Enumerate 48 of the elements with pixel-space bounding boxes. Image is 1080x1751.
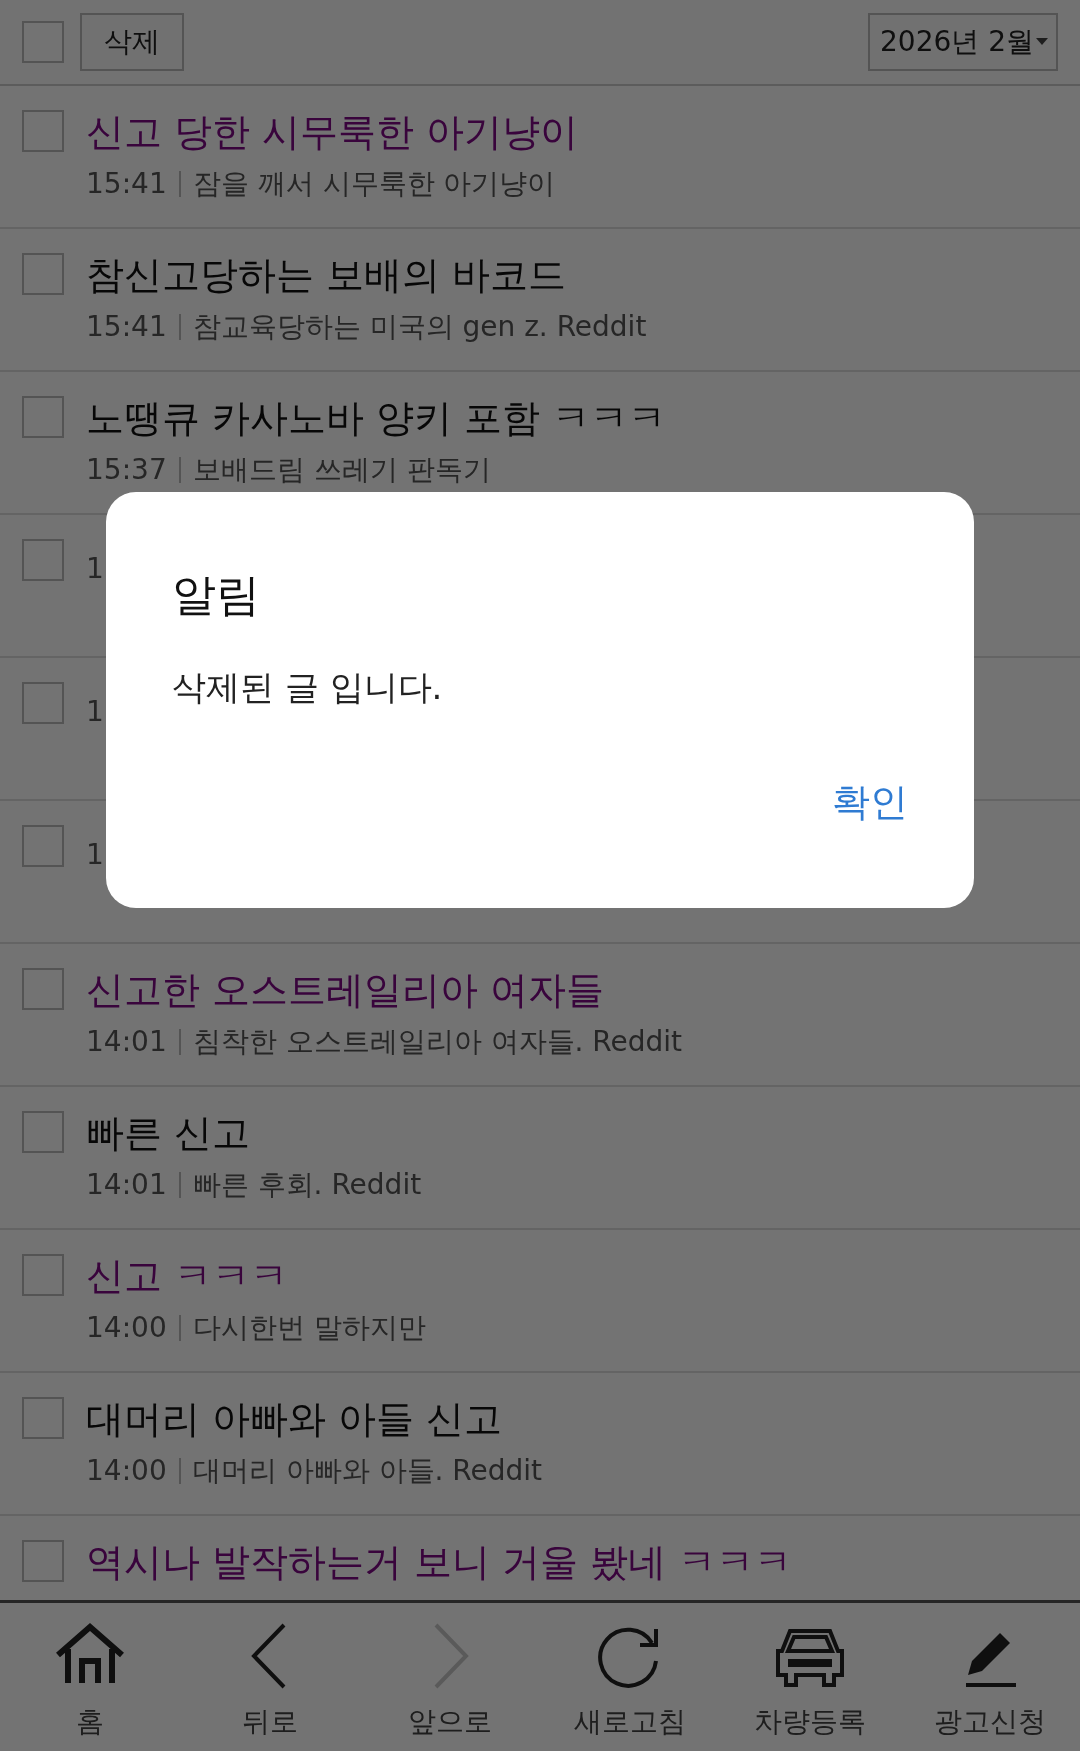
- post-checkbox[interactable]: [22, 253, 64, 295]
- nav-button[interactable]: 새로고침: [540, 1603, 720, 1751]
- post-summary: 침착한 오스트레일리아 여자들. Reddit: [192, 1024, 683, 1060]
- post-title[interactable]: 대머리 아빠와 아들 신고: [86, 1397, 543, 1441]
- post-time: 14:01: [86, 1167, 167, 1203]
- post-checkbox[interactable]: [22, 110, 64, 152]
- post-title[interactable]: 노땡큐 카사노바 양키 포함 ㅋㅋㅋ: [86, 396, 667, 440]
- post-title[interactable]: 신고한 오스트레일리아 여자들: [86, 968, 683, 1012]
- post-time: 1: [86, 551, 104, 587]
- post-checkbox[interactable]: [22, 968, 64, 1010]
- post-time: 14:00: [86, 1310, 167, 1346]
- dialog-title: 알림: [172, 568, 261, 622]
- delete-button[interactable]: 삭제: [80, 13, 184, 71]
- dialog-message: 삭제된 글 입니다.: [172, 666, 444, 709]
- confirm-button[interactable]: 확인: [832, 771, 908, 834]
- post-checkbox[interactable]: [22, 1540, 64, 1582]
- post-checkbox[interactable]: [22, 1397, 64, 1439]
- post-summary: 보배드림 쓰레기 판독기: [192, 452, 491, 488]
- post-time: 14:01: [86, 1024, 167, 1060]
- post-time: 15:37: [86, 452, 167, 488]
- post-checkbox[interactable]: [22, 396, 64, 438]
- caret-icon: [1036, 38, 1048, 46]
- post-time: 1: [86, 694, 104, 730]
- select-all-checkbox[interactable]: [22, 21, 64, 63]
- post-checkbox[interactable]: [22, 539, 64, 581]
- post-time: 14:00: [86, 1453, 167, 1489]
- post-title[interactable]: 역시나 발작하는거 보니 거울 봤네 ㅋㅋㅋ: [86, 1540, 793, 1584]
- month-dropdown[interactable]: 2026년 2월: [868, 13, 1058, 71]
- post-checkbox[interactable]: [22, 1111, 64, 1153]
- post-time: 1: [86, 837, 104, 873]
- post-title[interactable]: 신고 당한 시무룩한 아기냥이: [86, 110, 579, 154]
- post-checkbox[interactable]: [22, 825, 64, 867]
- post-checkbox[interactable]: [22, 682, 64, 724]
- post-summary: 다시한번 말하지만: [192, 1310, 426, 1346]
- post-time: 15:41: [86, 166, 167, 202]
- post-summary: 대머리 아빠와 아들. Reddit: [192, 1453, 543, 1489]
- nav-button[interactable]: 광고신청: [900, 1603, 1080, 1751]
- post-title[interactable]: 빠른 신고: [86, 1111, 422, 1155]
- post-checkbox[interactable]: [22, 1254, 64, 1296]
- post-time: 15:41: [86, 309, 167, 345]
- post-title[interactable]: 신고 ㅋㅋㅋ: [86, 1254, 426, 1298]
- post-title[interactable]: 참신고당하는 보배의 바코드: [86, 253, 647, 297]
- nav-button[interactable]: 차량등록: [720, 1603, 900, 1751]
- nav-button[interactable]: 뒤로: [180, 1603, 360, 1751]
- post-summary: 참교육당하는 미국의 gen z. Reddit: [192, 309, 647, 345]
- post-summary: 잠을 깨서 시무룩한 아기냥이: [192, 166, 556, 202]
- nav-button[interactable]: 홈: [0, 1603, 180, 1751]
- post-summary: 빠른 후회. Reddit: [192, 1167, 422, 1203]
